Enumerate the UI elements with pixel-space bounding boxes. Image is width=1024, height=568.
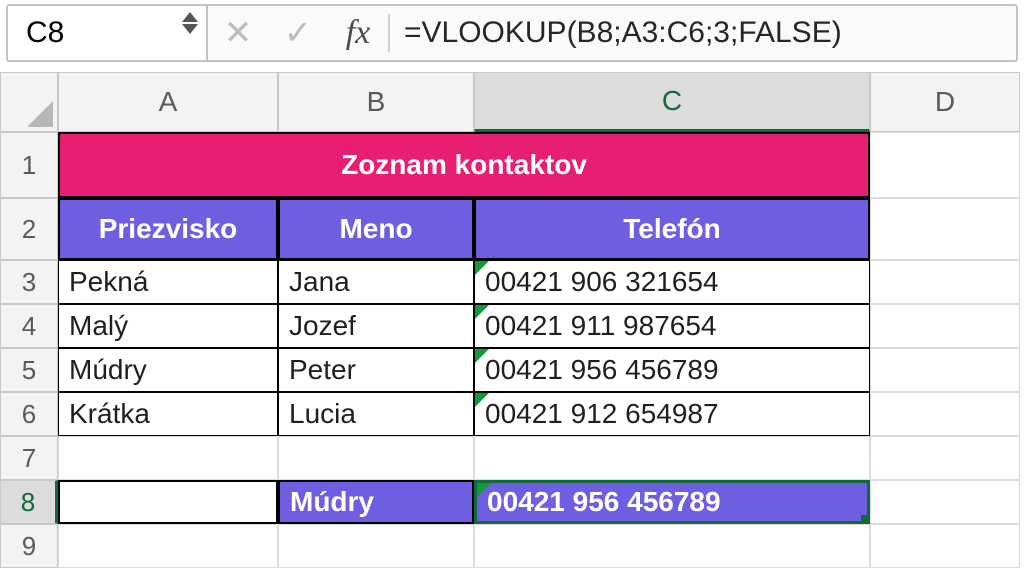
cell-B9[interactable] xyxy=(278,524,474,568)
insert-function-button[interactable]: fx xyxy=(328,6,388,60)
row-header-6[interactable]: 6 xyxy=(0,392,58,436)
column-headers: A B C D xyxy=(58,72,1020,132)
cell-A9[interactable] xyxy=(58,524,278,568)
cell-A6[interactable]: Krátka xyxy=(58,392,278,436)
close-icon: ✕ xyxy=(224,13,253,53)
cell-B8[interactable]: Múdry xyxy=(278,480,474,524)
cell-A7[interactable] xyxy=(58,436,278,480)
cell-D7[interactable] xyxy=(870,436,1020,480)
chevron-down-icon xyxy=(182,24,198,34)
cell-A5[interactable]: Múdry xyxy=(58,348,278,392)
select-all-corner[interactable] xyxy=(0,72,58,132)
cell-B7[interactable] xyxy=(278,436,474,480)
row-header-3[interactable]: 3 xyxy=(0,260,58,304)
column-header-D[interactable]: D xyxy=(870,72,1020,132)
column-header-B[interactable]: B xyxy=(278,72,474,132)
formula-input[interactable]: =VLOOKUP(B8;A3:C6;3;FALSE) xyxy=(390,16,1016,50)
cell-D2[interactable] xyxy=(870,198,1020,260)
row-header-9[interactable]: 9 xyxy=(0,524,58,568)
cell-B5[interactable]: Peter xyxy=(278,348,474,392)
cell-D3[interactable] xyxy=(870,260,1020,304)
cell-C8[interactable]: 00421 956 456789 xyxy=(474,480,870,524)
fx-icon: fx xyxy=(346,14,371,52)
cell-B6[interactable]: Lucia xyxy=(278,392,474,436)
cell-header-name[interactable]: Meno xyxy=(278,198,474,260)
cell-C3[interactable]: 00421 906 321654 xyxy=(474,260,870,304)
fill-handle[interactable] xyxy=(861,515,870,524)
cell-C9[interactable] xyxy=(474,524,870,568)
cell-D1[interactable] xyxy=(870,132,1020,198)
name-box-value: C8 xyxy=(26,16,64,50)
row-header-8[interactable]: 8 xyxy=(0,480,58,524)
column-header-A[interactable]: A xyxy=(58,72,278,132)
cell-A3[interactable]: Pekná xyxy=(58,260,278,304)
row-header-5[interactable]: 5 xyxy=(0,348,58,392)
cell-A4[interactable]: Malý xyxy=(58,304,278,348)
cell-D8[interactable] xyxy=(870,480,1020,524)
row-headers: 1 2 3 4 5 6 7 8 9 xyxy=(0,132,58,568)
cell-D5[interactable] xyxy=(870,348,1020,392)
cell-D6[interactable] xyxy=(870,392,1020,436)
name-box-stepper[interactable] xyxy=(182,12,198,34)
accept-formula-button[interactable]: ✓ xyxy=(268,6,328,60)
cancel-formula-button[interactable]: ✕ xyxy=(208,6,268,60)
formula-bar: C8 ✕ ✓ fx =VLOOKUP(B8;A3:C6;3;FALSE) xyxy=(6,4,1018,62)
cell-header-surname[interactable]: Priezvisko xyxy=(58,198,278,260)
cell-D4[interactable] xyxy=(870,304,1020,348)
cell-A8[interactable] xyxy=(58,480,278,524)
column-header-C[interactable]: C xyxy=(474,72,870,132)
name-box[interactable]: C8 xyxy=(8,6,208,60)
chevron-up-icon xyxy=(182,12,198,22)
row-header-2[interactable]: 2 xyxy=(0,198,58,260)
cell-C5[interactable]: 00421 956 456789 xyxy=(474,348,870,392)
row-header-1[interactable]: 1 xyxy=(0,132,58,198)
cell-header-phone[interactable]: Telefón xyxy=(474,198,870,260)
cell-C4[interactable]: 00421 911 987654 xyxy=(474,304,870,348)
cells: Zoznam kontaktov Priezvisko Meno Telefón… xyxy=(58,132,1020,568)
cell-B3[interactable]: Jana xyxy=(278,260,474,304)
row-header-4[interactable]: 4 xyxy=(0,304,58,348)
check-icon: ✓ xyxy=(284,13,313,53)
cell-title[interactable]: Zoznam kontaktov xyxy=(58,132,870,198)
cell-B4[interactable]: Jozef xyxy=(278,304,474,348)
cell-C6[interactable]: 00421 912 654987 xyxy=(474,392,870,436)
row-header-7[interactable]: 7 xyxy=(0,436,58,480)
cell-C8-value: 00421 956 456789 xyxy=(487,486,721,518)
cell-D9[interactable] xyxy=(870,524,1020,568)
cell-C7[interactable] xyxy=(474,436,870,480)
